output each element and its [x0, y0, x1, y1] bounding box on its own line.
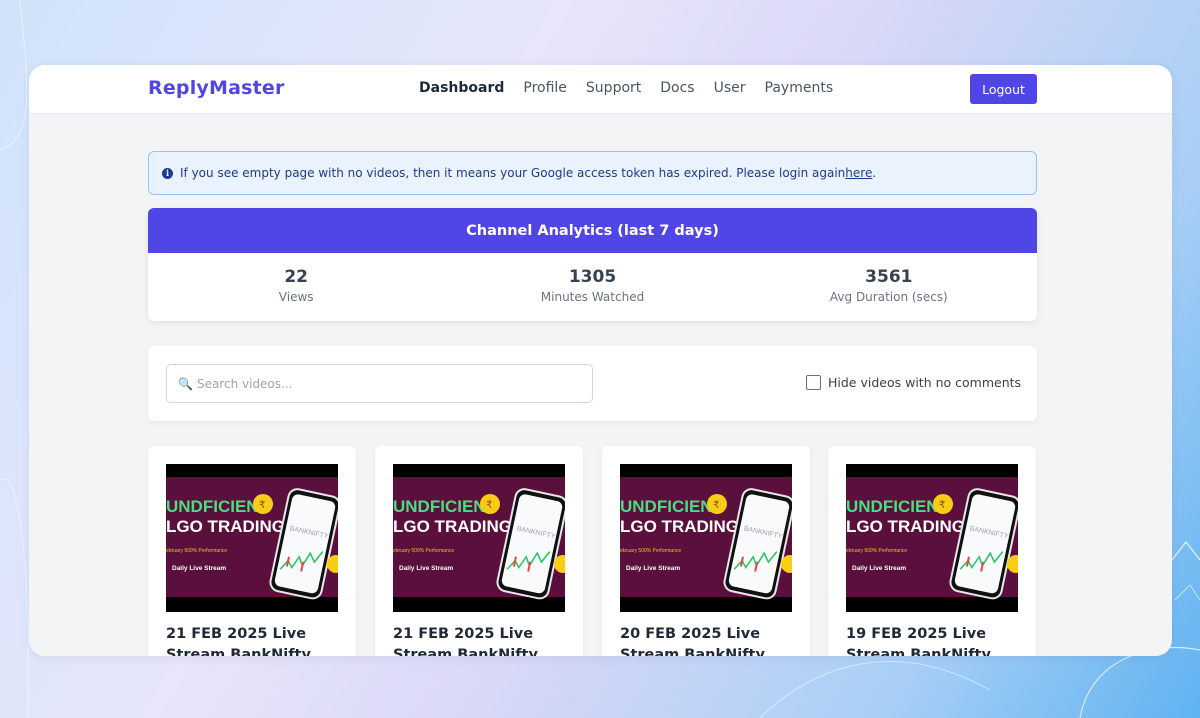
- info-icon: i: [162, 167, 173, 179]
- video-title[interactable]: 21 FEB 2025 Live Stream BankNifty: [393, 624, 568, 656]
- thumb-line3: ebruary 500% Performance: [393, 548, 454, 554]
- token-expired-alert: i If you see empty page with no videos, …: [148, 151, 1037, 195]
- analytics-stats: 22 Views 1305 Minutes Watched 3561 Avg D…: [148, 253, 1037, 321]
- stat-minutes-watched: 1305 Minutes Watched: [444, 253, 740, 321]
- video-title[interactable]: 20 FEB 2025 Live Stream BankNifty: [620, 624, 795, 656]
- alert-text: If you see empty page with no videos, th…: [180, 166, 846, 180]
- thumb-line2: LGO TRADING: [846, 517, 965, 536]
- logout-button[interactable]: Logout: [970, 74, 1037, 104]
- thumb-line2: LGO TRADING: [620, 517, 739, 536]
- thumb-line3: ebruary 500% Performance: [620, 548, 681, 554]
- stat-value: 3561: [865, 267, 913, 287]
- video-title[interactable]: 19 FEB 2025 Live Stream BankNifty: [846, 624, 1021, 656]
- svg-text:₹: ₹: [486, 500, 492, 511]
- svg-text:₹: ₹: [259, 500, 265, 511]
- video-card[interactable]: UNDFICIENT LGO TRADING ebruary 500% Perf…: [602, 446, 810, 656]
- alert-end: .: [872, 166, 877, 180]
- search-input[interactable]: [196, 376, 577, 391]
- nav-links: Dashboard Profile Support Docs User Paym…: [419, 80, 852, 96]
- search-icon: 🔍: [178, 376, 193, 391]
- filter-bar: 🔍 Hide videos with no comments: [148, 346, 1037, 421]
- alert-login-link[interactable]: here: [845, 166, 872, 180]
- svg-text:₹: ₹: [713, 500, 719, 511]
- video-thumbnail[interactable]: UNDFICIENT LGO TRADING ebruary 500% Perf…: [846, 464, 1018, 612]
- stat-label: Minutes Watched: [540, 290, 645, 304]
- thumb-line4: Daily Live Stream: [172, 565, 226, 572]
- svg-text:₹: ₹: [939, 500, 945, 511]
- nav-link-user[interactable]: User: [714, 80, 746, 96]
- thumb-line4: Daily Live Stream: [626, 565, 680, 572]
- video-thumbnail[interactable]: UNDFICIENT LGO TRADING ebruary 500% Perf…: [166, 464, 338, 612]
- thumb-line4: Daily Live Stream: [852, 565, 906, 572]
- hide-no-comments-label: Hide videos with no comments: [828, 375, 1022, 390]
- stat-value: 1305: [568, 267, 617, 287]
- analytics-title: Channel Analytics (last 7 days): [148, 208, 1037, 253]
- stat-label: Avg Duration (secs): [829, 290, 948, 304]
- thumb-line3: ebruary 500% Performance: [166, 548, 227, 554]
- video-card[interactable]: UNDFICIENT LGO TRADING ebruary 500% Perf…: [375, 446, 583, 656]
- video-card[interactable]: UNDFICIENT LGO TRADING ebruary 500% Perf…: [828, 446, 1036, 656]
- video-thumbnail[interactable]: UNDFICIENT LGO TRADING ebruary 500% Perf…: [393, 464, 565, 612]
- nav-link-payments[interactable]: Payments: [765, 80, 834, 96]
- video-thumbnail[interactable]: UNDFICIENT LGO TRADING ebruary 500% Perf…: [620, 464, 792, 612]
- hide-no-comments-toggle[interactable]: Hide videos with no comments: [806, 375, 1021, 390]
- thumb-line4: Daily Live Stream: [399, 565, 453, 572]
- channel-analytics-card: Channel Analytics (last 7 days) 22 Views…: [148, 208, 1037, 321]
- nav-link-dashboard[interactable]: Dashboard: [419, 80, 504, 96]
- stat-views: 22 Views: [148, 253, 444, 321]
- thumb-line3: ebruary 500% Performance: [846, 548, 907, 554]
- stat-label: Views: [278, 290, 314, 304]
- thumb-line2: LGO TRADING: [166, 517, 285, 536]
- video-title[interactable]: 21 FEB 2025 Live Stream BankNifty: [166, 624, 341, 656]
- brand-logo[interactable]: ReplyMaster: [148, 77, 285, 99]
- hide-no-comments-checkbox[interactable]: [806, 375, 821, 390]
- stat-avg-duration: 3561 Avg Duration (secs): [741, 253, 1037, 321]
- nav-link-docs[interactable]: Docs: [660, 80, 694, 96]
- nav-link-support[interactable]: Support: [586, 80, 641, 96]
- nav-link-profile[interactable]: Profile: [523, 80, 567, 96]
- thumb-line2: LGO TRADING: [393, 517, 512, 536]
- video-card[interactable]: UNDFICIENT LGO TRADING ebruary 500% Perf…: [148, 446, 356, 656]
- top-navbar: ReplyMaster Dashboard Profile Support Do…: [29, 65, 1172, 114]
- app-window: ReplyMaster Dashboard Profile Support Do…: [29, 65, 1172, 656]
- stat-value: 22: [284, 267, 308, 287]
- search-box[interactable]: 🔍: [166, 364, 593, 403]
